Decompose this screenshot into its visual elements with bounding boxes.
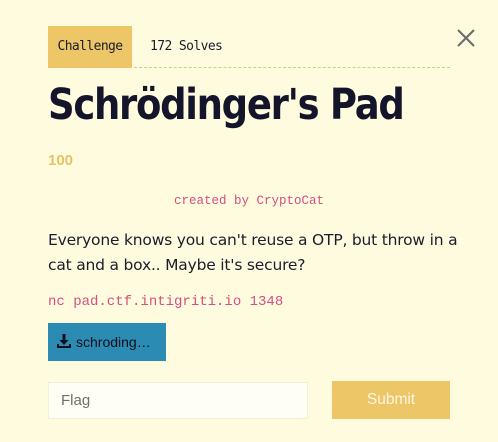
tab-solves[interactable]: 172 Solves — [134, 26, 238, 68]
tab-challenge[interactable]: Challenge — [48, 26, 132, 68]
close-icon[interactable] — [454, 26, 478, 50]
connection-command: nc pad.ctf.intigriti.io 1348 — [48, 294, 284, 310]
download-file-label: schroding… — [76, 334, 151, 350]
submit-button[interactable]: Submit — [332, 381, 450, 419]
download-icon — [56, 333, 76, 352]
tab-divider — [134, 67, 450, 68]
challenge-author: created by CryptoCat — [173, 194, 325, 208]
challenge-title: Schrödinger's Pad — [48, 80, 405, 130]
challenge-modal: Challenge 172 Solves Schrödinger's Pad 1… — [0, 0, 498, 442]
tab-bar: Challenge 172 Solves — [48, 26, 450, 68]
challenge-points: 100 — [48, 152, 74, 169]
flag-input[interactable] — [48, 382, 308, 419]
download-file-button[interactable]: schroding… — [48, 323, 166, 361]
challenge-description: Everyone knows you can't reuse a OTP, bu… — [48, 231, 458, 274]
